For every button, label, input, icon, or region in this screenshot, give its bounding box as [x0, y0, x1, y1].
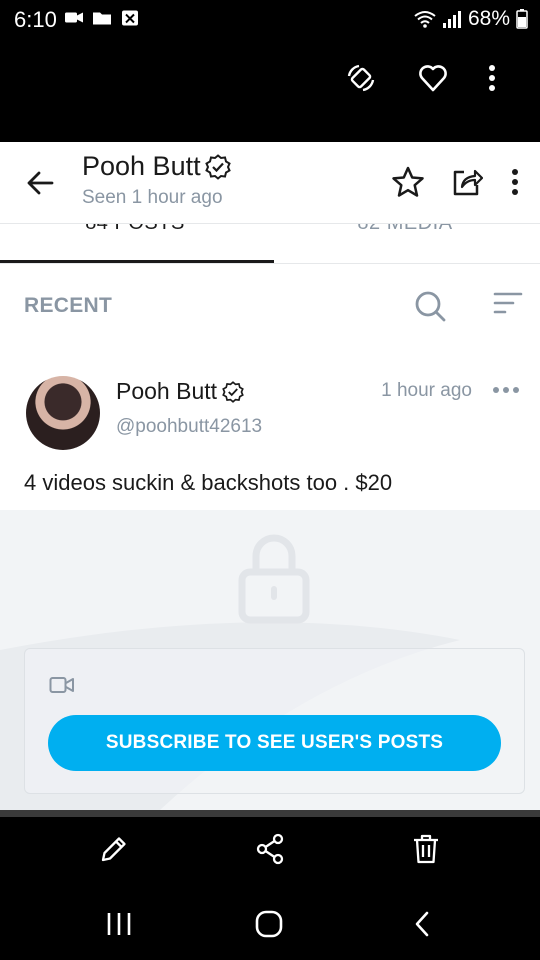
star-icon: [392, 166, 424, 197]
status-notification-icons: [64, 9, 140, 26]
post-author-row: Pooh Butt: [116, 378, 244, 405]
profile-last-seen: Seen 1 hour ago: [82, 187, 223, 208]
rotate-button[interactable]: [343, 60, 379, 96]
status-bar: 6:10 68%: [0, 0, 540, 38]
subscribe-card: SUBSCRIBE TO SEE USER'S POSTS: [24, 648, 525, 794]
status-time: 6:10: [14, 7, 57, 32]
locked-content: SUBSCRIBE TO SEE USER'S POSTS: [0, 510, 540, 810]
trash-icon: [414, 834, 438, 864]
wifi-icon: [414, 11, 436, 28]
system-navigation-bar: [0, 884, 540, 960]
home-icon: [255, 910, 283, 938]
more-vertical-icon: [512, 169, 518, 195]
status-right: 68%: [414, 7, 528, 31]
share-button[interactable]: [254, 833, 286, 865]
rotate-icon: [347, 64, 375, 92]
profile-more-button[interactable]: [495, 162, 535, 202]
viewer-more-button[interactable]: [474, 60, 510, 96]
post-card: Pooh Butt @poohbutt42613 1 hour ago 4 vi…: [0, 348, 540, 510]
profile-name-row: Pooh Butt: [82, 151, 231, 182]
profile-header: Pooh Butt Seen 1 hour ago: [0, 142, 540, 224]
post-timestamp: 1 hour ago: [381, 380, 472, 401]
post-more-button[interactable]: [492, 378, 524, 402]
subscribe-button[interactable]: SUBSCRIBE TO SEE USER'S POSTS: [48, 715, 501, 771]
recents-icon: [107, 913, 131, 935]
tab-posts[interactable]: 84 POSTS: [0, 224, 270, 235]
video-icon: [49, 677, 74, 693]
recent-row: RECENT: [0, 264, 540, 348]
sort-icon: [493, 292, 523, 314]
back-arrow-icon: [27, 171, 54, 195]
share-icon: [453, 169, 483, 196]
back-icon: [415, 911, 429, 937]
folder-notification-icon: [93, 12, 111, 25]
profile-tabs: 84 POSTS 82 MEDIA: [0, 224, 540, 264]
battery-percent: 68%: [467, 7, 510, 30]
system-back-button[interactable]: [408, 910, 438, 938]
favorite-profile-button[interactable]: [388, 162, 428, 202]
share-profile-button[interactable]: [447, 162, 487, 202]
share-nodes-icon: [256, 833, 284, 865]
post-author-handle[interactable]: @poohbutt42613: [116, 416, 262, 438]
post-text: 4 videos suckin & backshots too . $20: [24, 470, 393, 495]
post-author-name[interactable]: Pooh Butt: [116, 378, 217, 405]
back-button[interactable]: [22, 164, 60, 202]
pencil-icon: [101, 837, 126, 862]
battery-icon: [516, 9, 528, 29]
tab-media[interactable]: 82 MEDIA: [270, 224, 540, 235]
recent-label: RECENT: [24, 294, 113, 317]
more-horizontal-icon: [493, 387, 519, 393]
recents-button[interactable]: [104, 910, 134, 938]
favorite-button[interactable]: [415, 60, 451, 96]
verified-icon: [222, 380, 244, 403]
viewer-toolbar: [0, 38, 540, 142]
lock-icon: [238, 534, 310, 624]
home-button[interactable]: [254, 910, 284, 938]
active-tab-indicator: [0, 260, 274, 263]
viewer-bottom-toolbar: [0, 810, 540, 884]
heart-icon: [419, 65, 447, 92]
edit-button[interactable]: [98, 833, 130, 865]
sort-posts-button[interactable]: [492, 288, 528, 324]
video-notification-icon: [65, 12, 83, 23]
search-icon: [415, 291, 446, 322]
post-author-avatar[interactable]: [26, 376, 100, 450]
verified-icon: [204, 153, 231, 180]
more-vertical-icon: [489, 65, 495, 91]
profile-name: Pooh Butt: [82, 151, 201, 181]
signal-icon: [442, 11, 461, 28]
search-posts-button[interactable]: [412, 288, 448, 324]
delete-button[interactable]: [410, 833, 442, 865]
x-notification-icon: [122, 10, 138, 26]
